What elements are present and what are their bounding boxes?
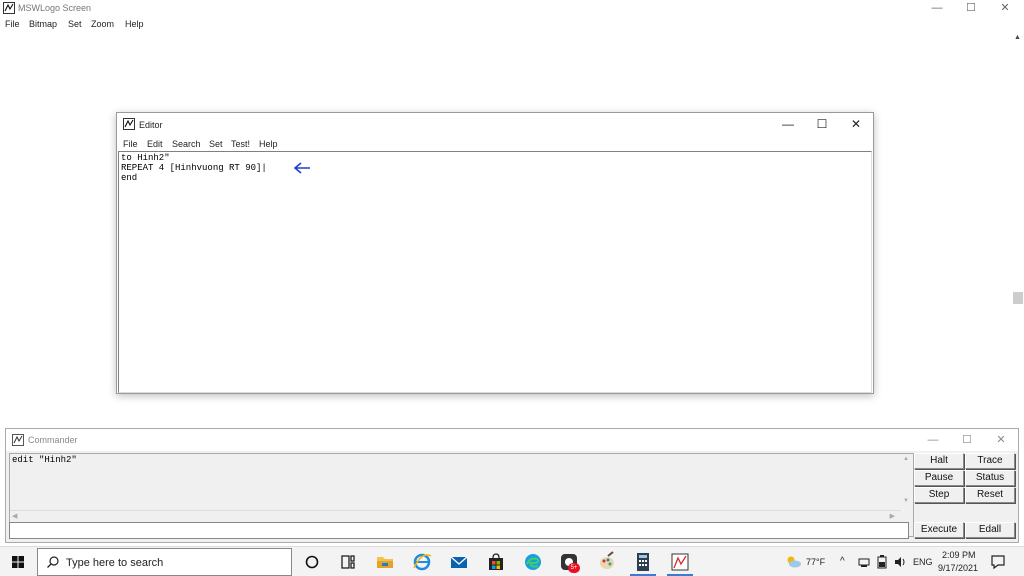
- commander-history-text: edit "Hinh2": [12, 455, 77, 465]
- weather-temperature[interactable]: 77°F: [806, 557, 825, 567]
- menu-set[interactable]: Set: [68, 19, 82, 29]
- editor-menu-help[interactable]: Help: [259, 139, 278, 149]
- speaker-icon[interactable]: [893, 555, 907, 569]
- editor-menu-search[interactable]: Search: [172, 139, 201, 149]
- taskbar: Type here to search 5+ 77°F ^ ENG 2:09 P…: [0, 546, 1024, 576]
- scroll-down-icon[interactable]: ▼: [903, 498, 909, 504]
- edall-button[interactable]: Edall: [965, 522, 1015, 538]
- language-indicator[interactable]: ENG: [913, 557, 933, 567]
- notification-center-icon[interactable]: [990, 554, 1006, 570]
- left-arrow-annotation-icon: [293, 162, 310, 174]
- editor-app-icon: [123, 118, 135, 130]
- commander-minimize-button[interactable]: —: [916, 432, 950, 448]
- commander-input[interactable]: [9, 522, 909, 539]
- mswlogo-taskbar-icon[interactable]: [669, 551, 691, 573]
- commander-titlebar: Commander — ☐ ✕: [6, 429, 1018, 451]
- editor-titlebar: Editor — ☐ ✕: [117, 113, 873, 135]
- editor-window: Editor — ☐ ✕ File Edit Search Set Test! …: [116, 112, 874, 394]
- editor-menu-set[interactable]: Set: [209, 139, 223, 149]
- search-placeholder: Type here to search: [66, 557, 164, 569]
- maximize-button[interactable]: ☐: [954, 0, 988, 17]
- editor-menubar: File Edit Search Set Test! Help: [117, 135, 873, 150]
- clock-date[interactable]: 9/17/2021: [938, 563, 978, 573]
- commander-window: Commander — ☐ ✕ edit "Hinh2" ▲ ▼ ◀ ▶ Hal…: [5, 428, 1019, 543]
- editor-maximize-button[interactable]: ☐: [805, 116, 839, 132]
- windows-start-icon[interactable]: [0, 547, 36, 576]
- file-explorer-icon[interactable]: [374, 551, 396, 573]
- edge-browser-icon[interactable]: [522, 551, 544, 573]
- reset-button[interactable]: Reset: [965, 487, 1015, 503]
- menu-file[interactable]: File: [5, 19, 20, 29]
- editor-minimize-button[interactable]: —: [771, 116, 805, 132]
- commander-maximize-button[interactable]: ☐: [950, 432, 984, 448]
- main-titlebar: MSWLogo Screen — ☐ ✕: [0, 0, 1024, 17]
- battery-icon[interactable]: [876, 555, 888, 569]
- chevron-up-icon[interactable]: ^: [840, 556, 845, 567]
- main-menubar: File Bitmap Set Zoom Help: [0, 17, 1024, 32]
- status-button[interactable]: Status: [965, 470, 1015, 486]
- task-view-icon[interactable]: [337, 551, 359, 573]
- calculator-icon[interactable]: [632, 551, 654, 573]
- editor-menu-edit[interactable]: Edit: [147, 139, 163, 149]
- search-icon: [47, 556, 59, 568]
- editor-text-area[interactable]: to Hinh2" REPEAT 4 [Hinhvuong RT 90]| en…: [118, 151, 872, 393]
- internet-explorer-icon[interactable]: [411, 551, 433, 573]
- menu-zoom[interactable]: Zoom: [91, 19, 114, 29]
- editor-menu-file[interactable]: File: [123, 139, 138, 149]
- trace-button[interactable]: Trace: [965, 453, 1015, 469]
- taskbar-search-box[interactable]: Type here to search: [37, 548, 292, 576]
- microsoft-store-icon[interactable]: [485, 551, 507, 573]
- halt-button[interactable]: Halt: [914, 453, 964, 469]
- notification-badge: 5+: [568, 563, 580, 573]
- minimize-button[interactable]: —: [920, 0, 954, 17]
- weather-icon[interactable]: [784, 554, 802, 570]
- commander-title: Commander: [28, 435, 78, 445]
- commander-close-button[interactable]: ✕: [984, 432, 1018, 448]
- main-window-title: MSWLogo Screen: [18, 3, 92, 13]
- editor-close-button[interactable]: ✕: [839, 116, 873, 132]
- clock-time[interactable]: 2:09 PM: [942, 550, 976, 560]
- mail-icon[interactable]: [448, 551, 470, 573]
- history-vertical-scrollbar[interactable]: ▲ ▼: [901, 454, 913, 510]
- scroll-up-icon[interactable]: ▲: [1014, 34, 1021, 41]
- scroll-right-icon[interactable]: ▶: [890, 512, 895, 520]
- main-vertical-scrollbar[interactable]: ▲: [1012, 32, 1024, 424]
- cortana-icon[interactable]: [301, 551, 323, 573]
- scroll-up-icon[interactable]: ▲: [903, 456, 909, 462]
- chat-app-taskbar-button[interactable]: 5+: [558, 551, 582, 575]
- editor-title: Editor: [139, 120, 163, 130]
- close-button[interactable]: ✕: [988, 0, 1022, 17]
- scroll-left-icon[interactable]: ◀: [12, 512, 17, 520]
- editor-menu-test[interactable]: Test!: [231, 139, 250, 149]
- step-button[interactable]: Step: [914, 487, 964, 503]
- commander-app-icon: [12, 434, 24, 446]
- menu-help[interactable]: Help: [125, 19, 144, 29]
- mswlogo-app-icon: [3, 2, 15, 14]
- menu-bitmap[interactable]: Bitmap: [29, 19, 57, 29]
- paint-palette-icon[interactable]: [596, 551, 618, 573]
- execute-button[interactable]: Execute: [914, 522, 964, 538]
- pause-button[interactable]: Pause: [914, 470, 964, 486]
- history-horizontal-scrollbar[interactable]: ◀ ▶: [10, 510, 901, 522]
- scroll-thumb[interactable]: [1013, 292, 1023, 304]
- network-icon[interactable]: [858, 556, 870, 568]
